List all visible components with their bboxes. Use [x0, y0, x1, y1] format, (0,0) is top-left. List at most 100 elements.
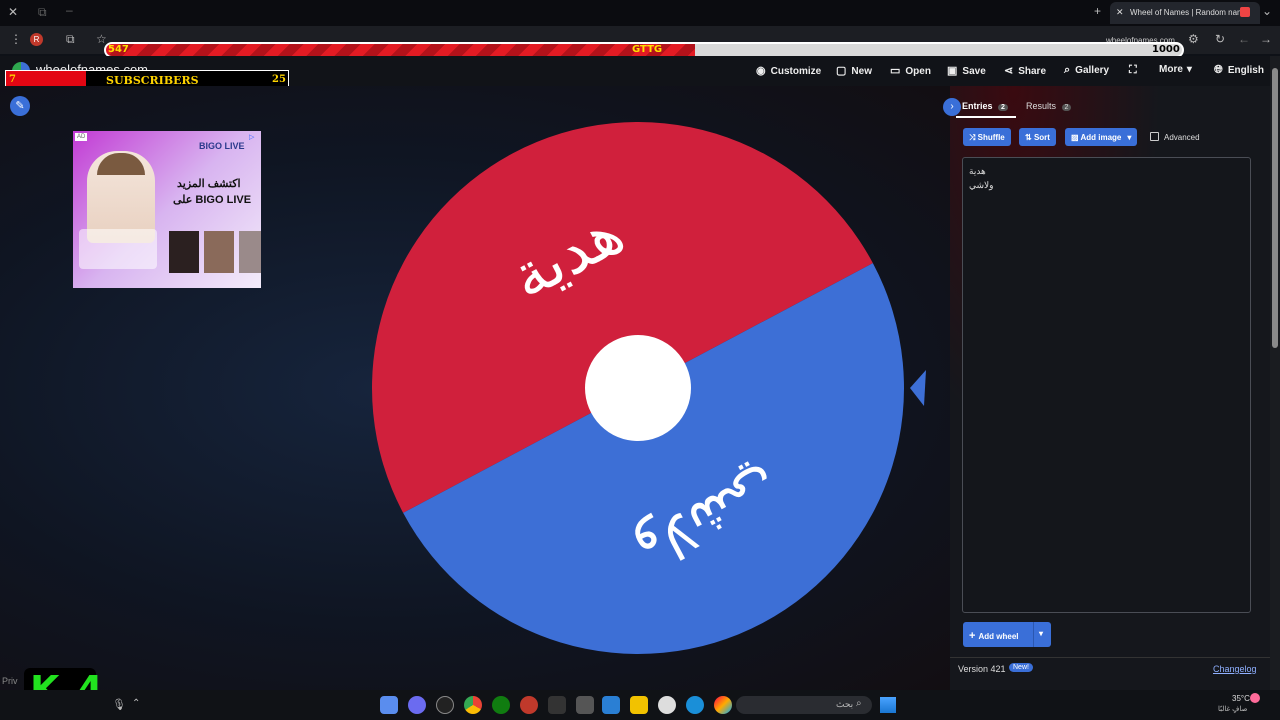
forward-icon[interactable]: ←: [1238, 32, 1250, 46]
add-wheel-label: Add wheel: [978, 632, 1019, 641]
add-wheel-dropdown[interactable]: ▾: [1033, 622, 1051, 647]
shuffle-button[interactable]: ⤨ Shuffle: [963, 128, 1011, 146]
app-icon-red[interactable]: [520, 696, 538, 714]
overlay-progress-fill: [106, 44, 695, 56]
ad-thumb-1: [169, 231, 199, 273]
customize-label: Customize: [770, 66, 822, 77]
minimize-icon[interactable]: –: [66, 3, 73, 17]
ad-headline-1: اكتشف المزيد: [177, 178, 241, 190]
more-label: More: [1159, 64, 1183, 75]
wheel-pointer-arrow: [910, 370, 926, 406]
tab-results-label: Results: [1026, 101, 1057, 111]
ad-info-icon[interactable]: ▷: [249, 133, 254, 141]
gallery-button[interactable]: ⌕ Gallery: [1064, 64, 1109, 77]
sort-button[interactable]: ⇅ Sort: [1019, 128, 1056, 146]
advanced-label: Advanced: [1164, 133, 1200, 142]
scrollbar-thumb[interactable]: [1272, 68, 1278, 348]
edit-pencil-icon[interactable]: ✎: [10, 96, 30, 116]
version-label: Version 421: [958, 664, 1006, 674]
tab-results[interactable]: Results 2: [1026, 101, 1072, 111]
app-icon-cube[interactable]: [576, 696, 594, 714]
add-image-button[interactable]: ▨ Add image ▾: [1065, 128, 1138, 146]
outlook-icon[interactable]: [602, 696, 620, 714]
new-badge: New!: [1009, 663, 1033, 672]
tabs-icon[interactable]: ⧉: [66, 32, 75, 47]
chevron-down-icon: ▾: [1186, 64, 1192, 75]
entries-count-badge: 2: [998, 104, 1008, 111]
wheel-svg[interactable]: هدية ولاشي: [370, 118, 930, 658]
tab-title: Wheel of Names | Random nam: [1130, 8, 1244, 17]
entry-line-2: ولاشي: [969, 180, 994, 190]
page-scrollbar[interactable]: [1270, 56, 1280, 690]
reload-icon[interactable]: ↻: [1215, 32, 1225, 46]
edge-icon[interactable]: [686, 696, 704, 714]
advertisement[interactable]: AD ▷ BIGO LIVE اكتشف المزيد على BIGO LIV…: [73, 131, 261, 288]
share-label: Share: [1018, 66, 1047, 77]
profile-avatar[interactable]: R: [30, 33, 43, 46]
open-button[interactable]: ▭ Open: [890, 64, 931, 77]
shuffle-icon: ⤨: [969, 133, 978, 142]
add-image-label: Add image: [1080, 133, 1122, 142]
search-placeholder: بحث: [836, 699, 854, 709]
results-count-badge: 2: [1061, 104, 1072, 111]
ad-brand: BIGO LIVE: [199, 141, 245, 151]
chrome-icon[interactable]: [464, 696, 482, 714]
customize-button[interactable]: ◉ Customize: [756, 64, 821, 77]
entries-textarea[interactable]: هدية ولاشي: [962, 157, 1251, 613]
tab-entries-underline: [956, 116, 1016, 118]
microphone-icon[interactable]: 🎙︎: [112, 698, 126, 711]
file-explorer-icon[interactable]: [630, 696, 648, 714]
wheel-center-hub[interactable]: [585, 335, 691, 441]
tab-close-icon[interactable]: ✕: [1116, 7, 1124, 18]
entry-line-1: هدية: [969, 166, 986, 176]
new-tab-icon[interactable]: +: [1094, 4, 1101, 18]
start-windows-icon[interactable]: [880, 697, 896, 713]
overlay-right-value: 1000: [1152, 44, 1180, 55]
obs-icon[interactable]: [436, 696, 454, 714]
advanced-checkbox[interactable]: [1150, 132, 1159, 141]
fullscreen-button[interactable]: ⛶: [1129, 64, 1142, 77]
tab-entries[interactable]: Entries 2: [962, 101, 1008, 111]
panel-divider: [950, 657, 1270, 658]
save-label: Save: [962, 66, 986, 77]
add-wheel-button[interactable]: + Add wheel: [963, 622, 1033, 647]
overlay-left-value: 547: [108, 44, 129, 55]
xbox-icon[interactable]: [492, 696, 510, 714]
more-button[interactable]: More ▾: [1159, 64, 1192, 75]
tab-menu-chevron-icon[interactable]: ⌄: [1262, 4, 1272, 18]
gallery-label: Gallery: [1075, 65, 1110, 76]
new-button[interactable]: ▢ New: [836, 64, 872, 77]
overlay-center-label: GTTG: [632, 44, 663, 55]
fullscreen-icon: ⛶: [1129, 64, 1137, 76]
menu-dots-icon[interactable]: ⋮: [10, 32, 22, 46]
tray-chevron-up-icon[interactable]: ⌃: [132, 698, 140, 709]
copilot-icon[interactable]: [714, 696, 732, 714]
temperature: 35°C: [1232, 694, 1250, 703]
privacy-link[interactable]: Priv: [2, 676, 18, 686]
search-icon: ⌕: [1064, 64, 1071, 76]
back-icon[interactable]: →: [1260, 32, 1272, 46]
site-settings-icon[interactable]: ⚙: [1188, 32, 1199, 46]
subs-right-value: 25: [272, 74, 286, 85]
discord-icon[interactable]: [408, 696, 426, 714]
browser-tab[interactable]: ✕ Wheel of Names | Random nam: [1110, 2, 1260, 24]
restore-icon[interactable]: ⧉: [38, 5, 47, 20]
notification-badge-icon[interactable]: [1250, 693, 1260, 703]
palette-icon: ◉: [756, 65, 766, 77]
language-button[interactable]: 🌐︎ English: [1214, 64, 1264, 77]
app-icon-dark[interactable]: [548, 696, 566, 714]
ad-thumb-2: [204, 231, 234, 273]
chevron-down-icon: ▾: [1039, 629, 1044, 638]
save-button[interactable]: ▣ Save: [947, 64, 986, 77]
open-label: Open: [905, 66, 931, 77]
app-icon-1[interactable]: [380, 696, 398, 714]
ad-chat-card: [79, 229, 157, 269]
changelog-link[interactable]: Changelog: [1213, 664, 1257, 674]
collapse-panel-chevron-icon[interactable]: ›: [943, 98, 961, 116]
taskbar-search[interactable]: بحث ⌕: [736, 696, 872, 714]
close-window-icon[interactable]: ✕: [8, 5, 18, 19]
chevron-down-icon: ▾: [1127, 133, 1132, 142]
weather-text: صافٍ غالبًا: [1218, 706, 1248, 713]
share-button[interactable]: ⋖ Share: [1004, 64, 1046, 77]
app-icon-white[interactable]: [658, 696, 676, 714]
